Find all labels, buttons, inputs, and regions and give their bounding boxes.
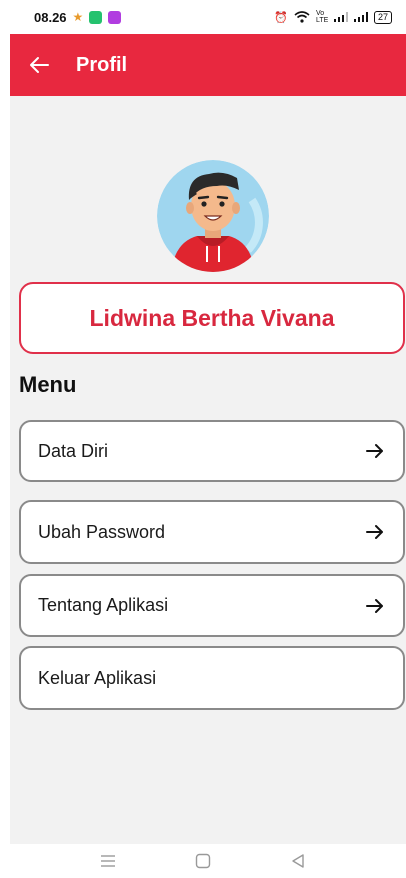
profile-name-card: Lidwina Bertha Vivana: [19, 282, 405, 354]
menu-item-tentang-aplikasi[interactable]: Tentang Aplikasi: [19, 574, 405, 637]
green-app-notification-icon: [89, 10, 103, 24]
system-nav-bar: [0, 844, 406, 878]
back-triangle-icon: [292, 854, 305, 868]
menu-item-label: Ubah Password: [38, 521, 166, 542]
profile-name: Lidwina Bertha Vivana: [89, 304, 335, 331]
status-time: 08.26: [34, 9, 67, 25]
home-button[interactable]: [183, 846, 223, 876]
recents-button[interactable]: [88, 846, 128, 876]
signal-icon-1: [333, 12, 348, 22]
status-bar: 08.26 ★ ⏰ Vo LTE 27: [0, 0, 406, 34]
home-icon: [195, 853, 211, 869]
arrow-right-icon: [365, 524, 385, 540]
arrow-left-icon: [30, 57, 49, 73]
battery-icon: 27: [373, 10, 392, 24]
page-title: Profil: [76, 53, 128, 76]
back-button[interactable]: [10, 34, 68, 96]
profile-content: Lidwina Bertha Vivana Menu Data Diri Uba…: [10, 96, 406, 844]
avatar: [157, 160, 269, 272]
menu-icon: [100, 855, 115, 867]
menu-item-label: Tentang Aplikasi: [38, 595, 169, 615]
signal-icon-2: [353, 12, 368, 22]
back-nav-button[interactable]: [278, 846, 318, 876]
app-bar: Profil: [10, 34, 406, 96]
menu-item-label: Data Diri: [38, 440, 109, 461]
menu-item-keluar-aplikasi[interactable]: Keluar Aplikasi: [19, 646, 405, 710]
arrow-right-icon: [365, 443, 385, 459]
status-right: ⏰ Vo LTE 27: [274, 10, 392, 24]
menu-item-ubah-password[interactable]: Ubah Password: [19, 500, 405, 564]
menu-heading: Menu: [19, 372, 77, 397]
star-notification-icon: ★: [72, 10, 84, 24]
arrow-right-icon: [365, 598, 385, 614]
menu-item-label: Keluar Aplikasi: [38, 667, 157, 688]
status-left: 08.26 ★: [34, 9, 122, 25]
menu-item-data-diri[interactable]: Data Diri: [19, 420, 405, 482]
volte-label: Vo LTE: [315, 10, 329, 24]
wifi-icon: [294, 11, 310, 23]
purple-app-notification-icon: [108, 10, 122, 24]
alarm-icon: ⏰: [274, 11, 288, 24]
